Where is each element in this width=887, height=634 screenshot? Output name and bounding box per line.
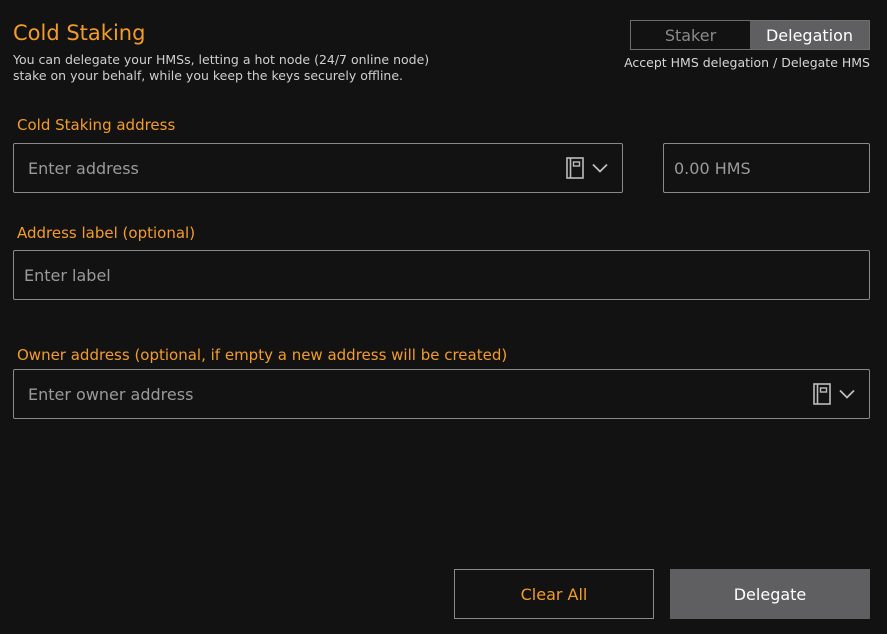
page-description: You can delegate your HMSs, letting a ho… — [13, 52, 430, 83]
cold-staking-address-label: Cold Staking address — [17, 116, 176, 134]
owner-address-field — [13, 369, 870, 419]
address-label-field — [13, 250, 870, 300]
address-label-label: Address label (optional) — [17, 224, 196, 242]
address-label-input[interactable] — [14, 251, 869, 299]
amount-value: 0.00 HMS — [674, 158, 751, 178]
cold-staking-page: Cold Staking You can delegate your HMSs,… — [0, 0, 887, 634]
address-book-icon[interactable] — [813, 383, 831, 405]
address-book-icon[interactable] — [566, 157, 584, 179]
clear-all-button[interactable]: Clear All — [454, 569, 654, 619]
owner-address-label: Owner address (optional, if empty a new … — [17, 346, 508, 364]
page-title: Cold Staking — [13, 21, 146, 45]
chevron-down-icon[interactable] — [592, 163, 608, 173]
cold-staking-address-field — [13, 143, 623, 193]
chevron-down-icon[interactable] — [839, 389, 855, 399]
delegation-toggle-button[interactable]: Delegation — [750, 21, 869, 49]
owner-address-input[interactable] — [14, 370, 813, 418]
amount-field[interactable]: 0.00 HMS — [663, 143, 870, 193]
mode-toggle: Staker Delegation — [630, 20, 870, 50]
staker-toggle-button[interactable]: Staker — [631, 21, 750, 49]
delegate-button[interactable]: Delegate — [670, 569, 870, 619]
cold-staking-address-input[interactable] — [14, 144, 566, 192]
mode-toggle-caption: Accept HMS delegation / Delegate HMS — [624, 55, 870, 70]
